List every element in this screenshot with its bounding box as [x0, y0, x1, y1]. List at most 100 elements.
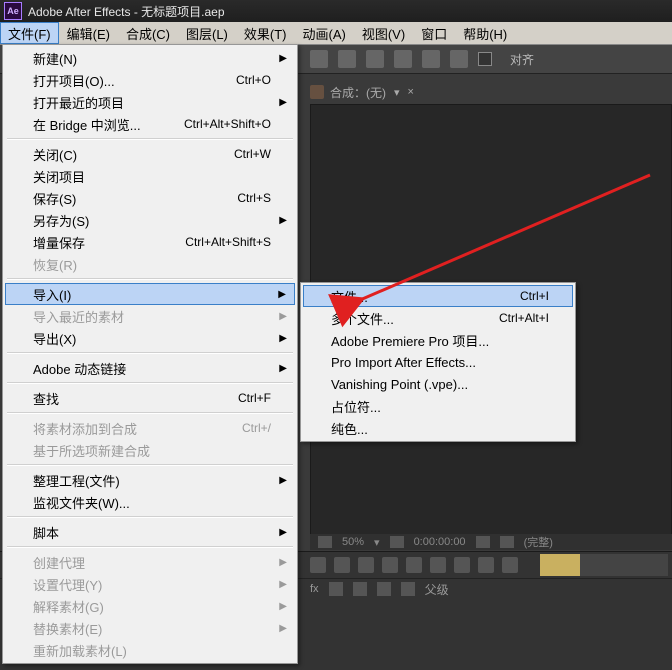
file-menu-item-14[interactable]: 导出(X) ▶ [5, 327, 295, 349]
viewer-icon[interactable] [390, 536, 404, 548]
menu-separator [7, 278, 293, 280]
timeline-tool-icon[interactable] [478, 557, 494, 573]
menu-item-shortcut: Ctrl+Alt+I [499, 311, 549, 325]
menu-图层[interactable]: 图层(L) [178, 22, 236, 44]
file-menu-item-7[interactable]: 保存(S)Ctrl+S [5, 187, 295, 209]
composition-close-icon[interactable]: × [408, 86, 414, 98]
viewer-icon[interactable] [476, 536, 490, 548]
timeline-tool-icon[interactable] [454, 557, 470, 573]
file-menu-item-31: 替换素材(E)▶ [5, 617, 295, 639]
file-menu-item-9[interactable]: 增量保存Ctrl+Alt+Shift+S [5, 231, 295, 253]
file-menu-item-0[interactable]: 新建(N) ▶ [5, 47, 295, 69]
menu-item-label: 关闭(C) [33, 145, 234, 164]
align-checkbox[interactable] [478, 52, 492, 66]
import-submenu-item-1[interactable]: 多个文件...Ctrl+Alt+I [303, 307, 573, 329]
timeline-tool-icon[interactable] [502, 557, 518, 573]
import-submenu-item-4[interactable]: Vanishing Point (.vpe)... [303, 373, 573, 395]
file-menu-item-2[interactable]: 打开最近的项目▶ [5, 91, 295, 113]
timeline-tool-icon[interactable] [310, 557, 326, 573]
menu-item-label: 导出(X) [33, 329, 271, 348]
menu-item-shortcut: Ctrl+I [520, 289, 549, 303]
menu-item-label: 替换素材(E) [33, 619, 271, 638]
menu-编辑[interactable]: 编辑(E) [59, 22, 118, 44]
menu-item-shortcut: Ctrl+Alt+Shift+S [185, 235, 271, 249]
align-label: 对齐 [510, 51, 534, 68]
file-menu-item-12[interactable]: 导入(I)▶ [5, 283, 295, 305]
file-menu-item-29: 设置代理(Y)▶ [5, 573, 295, 595]
file-menu-item-16[interactable]: Adobe 动态链接▶ [5, 357, 295, 379]
tool-icon[interactable] [366, 50, 384, 68]
import-submenu-item-6[interactable]: 纯色... [303, 417, 573, 439]
menu-item-label: 导入最近的素材 [33, 307, 271, 326]
timeline-tool-icon[interactable] [406, 557, 422, 573]
menu-bar: 文件(F)编辑(E)合成(C)图层(L)效果(T)动画(A)视图(V)窗口帮助(… [0, 22, 672, 45]
tool-icon[interactable] [394, 50, 412, 68]
menu-item-label: 将素材添加到合成 [33, 419, 242, 438]
file-menu-item-6[interactable]: 关闭项目 [5, 165, 295, 187]
submenu-arrow-icon: ▶ [279, 215, 287, 226]
tool-icon[interactable] [310, 50, 328, 68]
file-menu-item-24[interactable]: 监视文件夹(W)... [5, 491, 295, 513]
file-menu-item-1[interactable]: 打开项目(O)...Ctrl+O [5, 69, 295, 91]
timeline-tool-icon[interactable] [382, 557, 398, 573]
menu-separator [7, 412, 293, 414]
import-submenu-item-0[interactable]: 文件...Ctrl+I [303, 285, 573, 307]
composition-tab[interactable]: 合成：(无) ▾ × [310, 82, 414, 102]
viewer-icon[interactable] [500, 536, 514, 548]
menu-文件[interactable]: 文件(F) [0, 22, 59, 44]
submenu-arrow-icon: ▶ [279, 601, 287, 612]
app-logo-icon: Ae [4, 2, 22, 20]
menu-separator [7, 352, 293, 354]
menu-separator [7, 464, 293, 466]
tool-icon[interactable] [450, 50, 468, 68]
timeline-track[interactable] [540, 554, 668, 576]
menu-item-label: 文件... [331, 287, 520, 306]
submenu-arrow-icon: ▶ [279, 53, 287, 64]
viewer-zoom[interactable]: 50% [342, 536, 364, 548]
column-icon[interactable] [377, 582, 391, 596]
import-submenu-item-2[interactable]: Adobe Premiere Pro 项目... [303, 329, 573, 351]
menu-帮助[interactable]: 帮助(H) [455, 22, 515, 44]
submenu-arrow-icon: ▶ [279, 363, 287, 374]
menu-separator [7, 138, 293, 140]
timeline-work-area[interactable] [540, 554, 580, 576]
tool-icon[interactable] [422, 50, 440, 68]
menu-item-label: Vanishing Point (.vpe)... [331, 377, 549, 392]
timeline-tool-icon[interactable] [358, 557, 374, 573]
file-menu-item-30: 解释素材(G) ▶ [5, 595, 295, 617]
menu-item-label: 导入(I) [33, 285, 271, 304]
menu-窗口[interactable]: 窗口 [413, 22, 455, 44]
menu-动画[interactable]: 动画(A) [295, 22, 354, 44]
title-bar: Ae Adobe After Effects - 无标题项目.aep [0, 0, 672, 22]
menu-item-label: 在 Bridge 中浏览... [33, 115, 184, 134]
file-menu-item-8[interactable]: 另存为(S)▶ [5, 209, 295, 231]
menu-效果[interactable]: 效果(T) [236, 22, 295, 44]
menu-item-label: 解释素材(G) [33, 597, 271, 616]
column-icon[interactable] [353, 582, 367, 596]
submenu-arrow-icon: ▶ [279, 527, 287, 538]
file-menu-item-3[interactable]: 在 Bridge 中浏览...Ctrl+Alt+Shift+O [5, 113, 295, 135]
tool-icon[interactable] [338, 50, 356, 68]
menu-item-label: 新建(N) [33, 49, 271, 68]
file-menu-item-23[interactable]: 整理工程(文件)▶ [5, 469, 295, 491]
file-menu-item-26[interactable]: 脚本▶ [5, 521, 295, 543]
menu-item-label: Pro Import After Effects... [331, 355, 549, 370]
menu-item-shortcut: Ctrl+/ [242, 421, 271, 435]
timeline-tool-icon[interactable] [334, 557, 350, 573]
viewer-timecode[interactable]: 0:00:00:00 [414, 536, 466, 548]
menu-item-label: 监视文件夹(W)... [33, 493, 271, 512]
composition-dropdown-icon[interactable]: ▾ [394, 86, 400, 99]
column-icon[interactable] [401, 582, 415, 596]
file-menu-item-5[interactable]: 关闭(C)Ctrl+W [5, 143, 295, 165]
menu-视图[interactable]: 视图(V) [354, 22, 413, 44]
file-menu-item-18[interactable]: 查找Ctrl+F [5, 387, 295, 409]
menu-合成[interactable]: 合成(C) [118, 22, 178, 44]
column-icon[interactable] [329, 582, 343, 596]
timeline-tool-icon[interactable] [430, 557, 446, 573]
viewer-icon[interactable] [318, 536, 332, 548]
import-submenu-item-3[interactable]: Pro Import After Effects... [303, 351, 573, 373]
viewer-state[interactable]: (完整) [524, 534, 553, 550]
submenu-arrow-icon: ▶ [279, 333, 287, 344]
window-title: Adobe After Effects - 无标题项目.aep [28, 3, 225, 20]
import-submenu-item-5[interactable]: 占位符... [303, 395, 573, 417]
